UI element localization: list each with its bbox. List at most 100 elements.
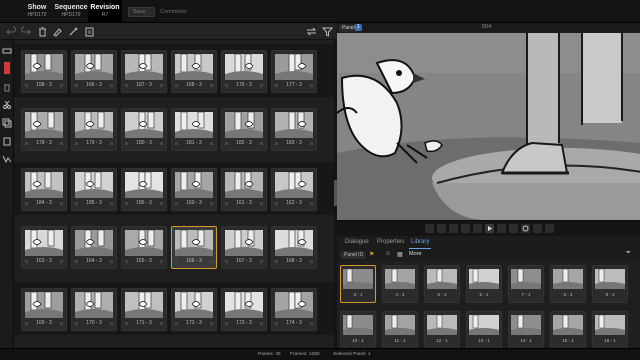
copy-icon[interactable] [2,118,12,128]
loop-button[interactable] [521,224,530,233]
library-thumbnail [511,315,541,335]
tab-sequence[interactable]: Sequence HPD170 [54,0,88,23]
scissors-icon[interactable] [2,100,12,110]
panel-card[interactable]: 180 - 3 [121,108,167,151]
status-frames: Frames: 1080 [290,352,320,357]
tab-library[interactable]: Library [409,238,432,249]
panel-card[interactable]: 176 - 3 [221,50,267,93]
library-card[interactable]: 15 - 1 [550,311,586,348]
panel-card[interactable]: 160 - 3 [171,168,217,211]
library-card[interactable]: 3 - 1 [340,265,376,303]
panel-card[interactable]: 166 - 3 [71,50,117,93]
panel-card[interactable]: 158 - 3 [21,50,67,93]
library-filter-icon[interactable]: ⏷ [626,250,631,257]
first-frame-button[interactable] [461,224,470,233]
comments-input[interactable] [160,6,330,17]
library-card[interactable]: 7 - 1 [508,265,544,303]
panel-audio-marker [210,202,213,205]
library-card[interactable]: 11 - 1 [382,311,418,348]
flag-icon[interactable]: ⚑ [369,251,374,258]
panel-thumbnail [275,54,313,80]
panel-card[interactable]: 178 - 3 [21,108,67,151]
last-frame-button[interactable] [509,224,518,233]
panel-card[interactable]: 162 - 3 [271,168,317,211]
tab-dialogue[interactable]: Dialogue [343,238,371,249]
more-dropdown[interactable]: More [409,251,422,257]
fullscreen-button[interactable] [545,224,554,233]
library-card[interactable]: 9 - 1 [592,265,628,303]
panel-card[interactable]: 169 - 3 [21,288,67,331]
library-thumbnail [469,269,499,289]
panel-card[interactable]: 168 - 3 [271,226,317,269]
panel-card[interactable]: 168 - 3 [171,50,217,93]
panel-flag-marker [175,142,178,145]
storyboard-viewer[interactable] [337,33,640,220]
trash-icon[interactable] [37,26,48,37]
panel-card[interactable]: 179 - 3 [71,108,117,151]
library-card[interactable]: 16 - 1 [592,311,628,348]
panel-flag-marker [275,84,278,87]
panel-card[interactable]: 165 - 3 [121,226,167,269]
next-frame-button[interactable] [497,224,506,233]
panel-card[interactable]: 174 - 3 [271,288,317,331]
save-button[interactable]: Save [128,7,155,17]
trash-icon[interactable] [2,82,12,92]
panel-audio-marker [160,142,163,145]
panel-card[interactable]: 185 - 3 [71,168,117,211]
panel-card[interactable]: 183 - 3 [271,108,317,151]
panel-card[interactable]: 166 - 3 [171,226,217,269]
top-header: Show HPD170 Sequence HPD170 Revision R7 … [0,0,640,23]
library-card[interactable]: 6 - 1 [466,265,502,303]
note-icon[interactable] [84,26,95,37]
audio-button[interactable] [533,224,542,233]
panel-card[interactable]: 170 - 3 [71,288,117,331]
panel-thumbnail [75,230,113,256]
panel-card[interactable]: 184 - 3 [21,168,67,211]
panel-card[interactable]: 164 - 3 [71,226,117,269]
library-thumbnail [385,269,415,289]
tab-show[interactable]: Show HPD170 [20,0,54,23]
panel-card[interactable]: 167 - 3 [121,50,167,93]
paste-icon[interactable] [2,136,12,146]
split-icon[interactable] [2,154,12,164]
record-indicator[interactable] [4,62,10,74]
panel-audio-marker [160,260,163,263]
storyboard-drawing [337,33,640,220]
pencil-icon[interactable] [68,26,79,37]
panel-card[interactable]: 171 - 3 [121,288,167,331]
undo-icon[interactable] [6,26,17,37]
status-selected: Selected Panel: 1 [333,352,371,357]
keyboard-icon[interactable] [2,46,12,56]
brush-icon[interactable] [52,26,63,37]
onion-skin-button[interactable] [425,224,434,233]
redo-icon[interactable] [20,26,31,37]
library-card[interactable]: 10 - 1 [340,311,376,348]
library-thumbnail [427,315,457,335]
tab-revision[interactable]: Revision R7 [88,0,122,23]
panel-card[interactable]: 186 - 3 [121,168,167,211]
panel-card[interactable]: 177 - 3 [271,50,317,93]
panel-card[interactable]: 172 - 3 [171,288,217,331]
panel-card[interactable]: 173 - 3 [221,288,267,331]
calendar-icon[interactable]: ▦ [397,251,403,258]
tab-properties[interactable]: Properties [375,238,406,249]
panel-card[interactable]: 182 - 3 [221,108,267,151]
prev-frame-button[interactable] [473,224,482,233]
brush-button[interactable] [437,224,446,233]
panel-card[interactable]: 163 - 3 [21,226,67,269]
filter-icon[interactable] [322,26,333,37]
panel-id-filter[interactable]: Panel ID [341,251,367,259]
panel-card[interactable]: 161 - 3 [221,168,267,211]
library-card[interactable]: 13 - 1 [466,311,502,348]
layer-button[interactable] [449,224,458,233]
library-card[interactable]: 4 - 1 [382,265,418,303]
user-icon[interactable]: ☺ [385,251,391,257]
play-button[interactable] [485,224,494,233]
library-card[interactable]: 14 - 1 [508,311,544,348]
library-card[interactable]: 8 - 1 [550,265,586,303]
swap-icon[interactable] [306,26,317,37]
library-card[interactable]: 5 - 1 [424,265,460,303]
library-card[interactable]: 12 - 1 [424,311,460,348]
panel-card[interactable]: 167 - 3 [221,226,267,269]
panel-card[interactable]: 181 - 3 [171,108,217,151]
